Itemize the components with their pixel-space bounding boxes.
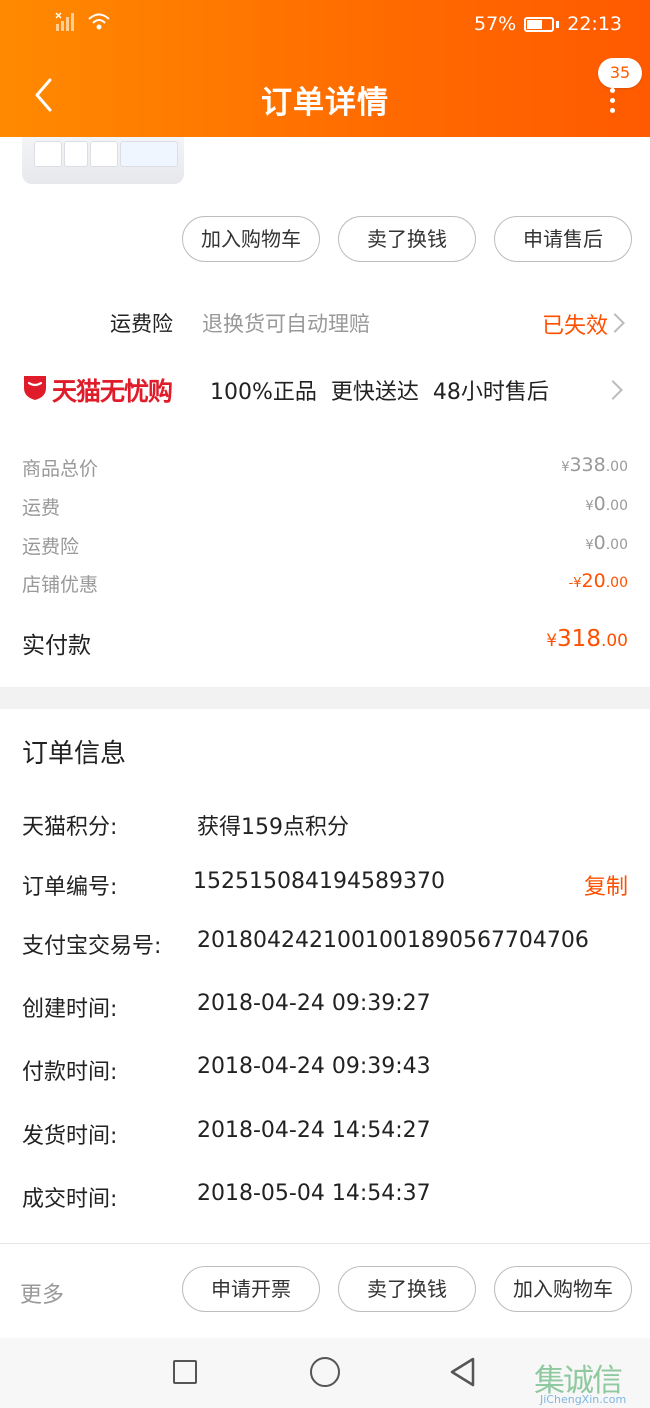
feature-fast-delivery: 更快送达 [330,380,419,405]
home-icon[interactable] [310,1357,340,1387]
request-invoice-button[interactable]: 申请开票 [182,1266,320,1312]
info-row-points: 天猫积分: 获得159点积分 [0,803,650,843]
info-value: 2018042421001001890567704706 [197,928,589,953]
info-label: 付款时间: [22,1060,118,1085]
price-row-goods-total: 商品总价 ¥338.00 [0,450,650,484]
tmall-guarantee-row[interactable]: 天猫无忧购 100%正品 更快送达 48小时售后 [0,364,650,414]
info-label: 支付宝交易号: [22,934,162,959]
price-row-store-discount: 店铺优惠 -¥20.00 [0,566,650,600]
feature-authentic: 100%正品 [210,380,317,405]
watermark-logo: 集诚信 JiChengXin.com [532,1355,650,1408]
insurance-status: 已失效 [541,314,608,339]
message-count-badge[interactable]: 35 [598,58,642,88]
info-row-order-number: 订单编号: 152515084194589370 复制 [0,863,650,903]
price-label: 商品总价 [22,458,99,480]
currency-prefix: ¥ [546,631,558,651]
total-integer: 318 [557,626,601,652]
chevron-right-icon [603,380,623,400]
add-to-cart-button[interactable]: 加入购物车 [182,216,320,262]
sell-for-cash-button[interactable]: 卖了换钱 [338,1266,476,1312]
battery-cap [556,20,560,28]
signal-icon [55,12,74,31]
tmall-brand: 天猫无忧购 [52,377,173,406]
info-label: 天猫积分: [22,815,118,840]
page-title: 订单详情 [261,85,389,121]
info-value: 获得159点积分 [197,815,349,840]
currency-prefix: -¥ [568,576,582,591]
price-decimal: .00 [605,575,628,591]
status-right: 57% 22:13 [474,13,622,35]
insurance-label: 运费险 [110,312,173,336]
info-label: 成交时间: [22,1187,118,1212]
footer-divider [0,1243,650,1244]
price-row-shipping: 运费 ¥0.00 [0,489,650,523]
battery-icon [524,16,555,32]
order-info-title: 订单信息 [22,739,127,769]
price-value: ¥338.00 [561,454,628,476]
info-row-shipped-time: 发货时间: 2018-04-24 14:54:27 [0,1112,650,1152]
more-button[interactable]: 更多 [20,1277,64,1309]
total-paid-label: 实付款 [22,633,91,659]
apply-after-sale-button[interactable]: 申请售后 [494,216,632,262]
info-value: 152515084194589370 [193,869,445,894]
price-label: 店铺优惠 [22,574,99,596]
currency-prefix: ¥ [585,499,594,514]
price-value: ¥0.00 [585,532,628,554]
info-value: 2018-05-04 14:54:37 [197,1181,431,1206]
info-label: 发货时间: [22,1124,118,1149]
info-label: 订单编号: [22,875,118,900]
price-value: ¥0.00 [585,493,628,515]
app-header: 57% 22:13 订单详情 35 [0,0,650,137]
total-decimal: .00 [600,631,628,651]
info-row-paid-time: 付款时间: 2018-04-24 09:39:43 [0,1048,650,1088]
info-row-created-time: 创建时间: 2018-04-24 09:39:27 [0,985,650,1025]
price-label: 运费险 [22,536,80,558]
price-integer: 0 [593,532,606,554]
status-bar: 57% 22:13 [0,0,650,50]
price-integer: 0 [593,493,606,515]
status-left [55,12,111,32]
price-decimal: .00 [605,498,628,514]
battery-percent: 57% [474,13,517,35]
price-value: -¥20.00 [569,570,628,592]
price-row-shipping-insurance: 运费险 ¥0.00 [0,528,650,562]
add-to-cart-button[interactable]: 加入购物车 [494,1266,632,1312]
price-decimal: .00 [605,459,628,475]
currency-prefix: ¥ [585,538,594,553]
sell-for-cash-button[interactable]: 卖了换钱 [338,216,476,262]
info-row-alipay-number: 支付宝交易号: 2018042421001001890567704706 [0,922,650,962]
shipping-insurance-row[interactable]: 运费险 退换货可自动理赔 已失效 [0,300,650,344]
price-integer: 338 [569,454,606,476]
back-triangle-icon[interactable] [448,1356,478,1388]
info-value: 2018-04-24 14:54:27 [197,1118,431,1143]
watermark-subtext: JiChengXin.com [540,1393,627,1406]
price-decimal: .00 [605,537,628,553]
info-row-completed-time: 成交时间: 2018-05-04 14:54:37 [0,1175,650,1215]
product-thumbnail[interactable] [22,137,184,184]
info-label: 创建时间: [22,997,118,1022]
price-label: 运费 [22,497,61,519]
clock: 22:13 [567,13,622,35]
info-value: 2018-04-24 09:39:43 [197,1054,431,1079]
feature-after-sale: 48小时售后 [432,380,549,405]
info-value: 2018-04-24 09:39:27 [197,991,431,1016]
recent-apps-icon[interactable] [173,1360,197,1384]
more-vertical-icon[interactable] [602,88,622,116]
wifi-icon [88,13,110,30]
total-paid-value: ¥318.00 [546,626,628,652]
tmall-features: 100%正品 更快送达 48小时售后 [210,374,549,406]
insurance-description: 退换货可自动理赔 [202,312,370,336]
tmall-shield-icon [24,376,46,400]
price-integer: 20 [581,570,606,592]
section-divider [0,687,650,709]
copy-order-number-button[interactable]: 复制 [584,869,628,901]
chevron-right-icon [605,313,625,333]
